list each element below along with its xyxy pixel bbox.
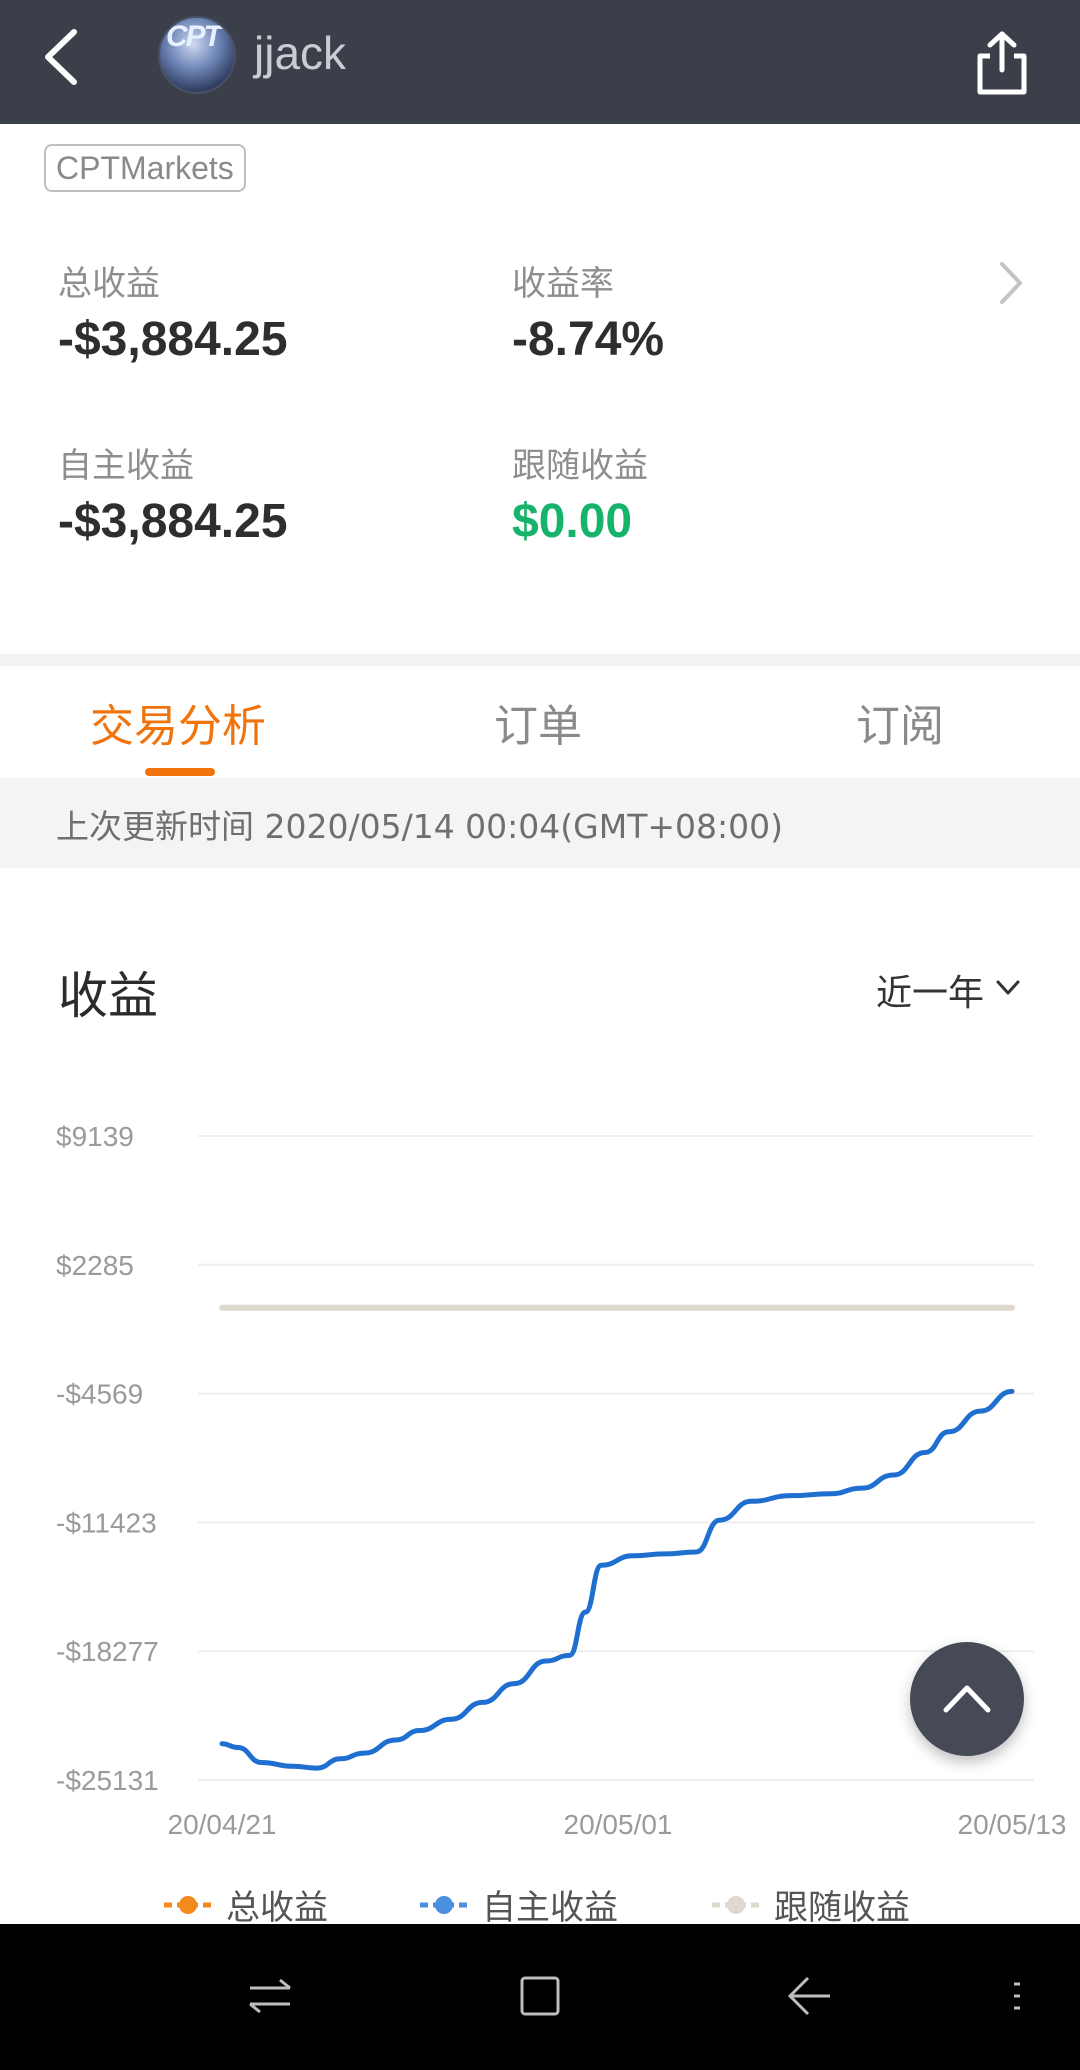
legend-own-profit[interactable]: 自主收益 [482, 1880, 618, 1929]
system-nav-bar [0, 1924, 1080, 2070]
y-tick-label: $2285 [56, 1250, 134, 1281]
share-icon [977, 31, 1027, 95]
tab-trade-analysis[interactable]: 交易分析 [90, 690, 266, 754]
back-button[interactable] [36, 26, 96, 88]
y-tick-label: $9139 [56, 1121, 134, 1152]
total-profit-value: -$3,884.25 [58, 313, 288, 366]
tab-subscriptions[interactable]: 订阅 [856, 690, 944, 754]
follow-profit-value: $0.00 [512, 495, 633, 548]
total-profit-label: 总收益 [58, 264, 160, 304]
return-rate-label: 收益率 [512, 264, 614, 304]
update-time-text: 上次更新时间 2020/05/14 00:04(GMT+08:00) [56, 807, 783, 846]
chevron-left-icon [45, 29, 77, 85]
menu-icon[interactable] [990, 1966, 1050, 2026]
follow-profit-label: 跟随收益 [512, 446, 648, 486]
stats-detail-chevron-icon[interactable] [996, 258, 1026, 308]
profit-line-chart: $9139 $2285 -$4569 -$11423 -$18277 -$25131 20/… [56, 1121, 1067, 1840]
y-tick-label: -$4569 [56, 1379, 143, 1410]
avatar-logo-text: CPT [166, 20, 222, 53]
share-button[interactable] [972, 30, 1032, 96]
scroll-to-top-button[interactable] [910, 1642, 1024, 1756]
avatar[interactable]: CPT [158, 16, 236, 94]
x-tick-label: 20/05/01 [564, 1809, 673, 1840]
chevron-down-icon[interactable] [994, 978, 1022, 998]
return-rate-value: -8.74% [512, 313, 665, 366]
own-profit-series-line [219, 1388, 1015, 1771]
recent-apps-icon[interactable] [240, 1966, 300, 2026]
legend-total-marker [164, 1896, 212, 1914]
own-profit-label: 自主收益 [58, 446, 194, 486]
section-divider [0, 654, 1080, 666]
tab-orders[interactable]: 订单 [494, 690, 582, 754]
own-profit-value: -$3,884.25 [58, 495, 288, 548]
chevron-up-icon [943, 1685, 991, 1713]
home-icon[interactable] [510, 1966, 570, 2026]
username: jjack [254, 27, 347, 79]
y-tick-label: -$11423 [56, 1507, 157, 1538]
back-nav-icon[interactable] [780, 1966, 840, 2026]
top-bar: CPT jjack [0, 0, 1080, 124]
y-tick-label: -$25131 [56, 1765, 159, 1796]
legend-follow-marker [712, 1896, 760, 1914]
profit-chart-title: 收益 [58, 967, 158, 1025]
x-tick-label: 20/04/21 [168, 1809, 277, 1840]
y-tick-label: -$18277 [56, 1636, 159, 1667]
legend-own-marker [420, 1896, 468, 1914]
legend-follow-profit[interactable]: 跟随收益 [774, 1880, 910, 1929]
active-tab-indicator [145, 768, 215, 776]
x-tick-label: 20/05/13 [958, 1809, 1067, 1840]
broker-tag: CPTMarkets [44, 144, 246, 192]
legend-total-profit[interactable]: 总收益 [226, 1880, 328, 1929]
range-selector[interactable]: 近一年 [876, 964, 984, 1016]
